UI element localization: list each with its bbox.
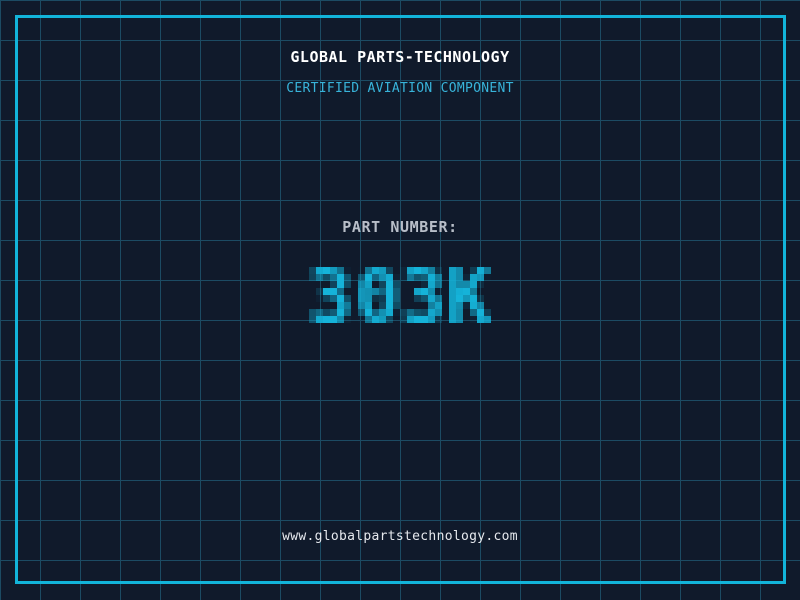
part-number-display [295, 246, 505, 344]
certificate-page: GLOBAL PARTS-TECHNOLOGY CERTIFIED AVIATI… [0, 0, 800, 600]
part-number-label: PART NUMBER: [342, 218, 458, 236]
page-title: GLOBAL PARTS-TECHNOLOGY [290, 48, 510, 66]
website-url: www.globalpartstechnology.com [282, 529, 518, 544]
page-subtitle: CERTIFIED AVIATION COMPONENT [286, 81, 514, 96]
